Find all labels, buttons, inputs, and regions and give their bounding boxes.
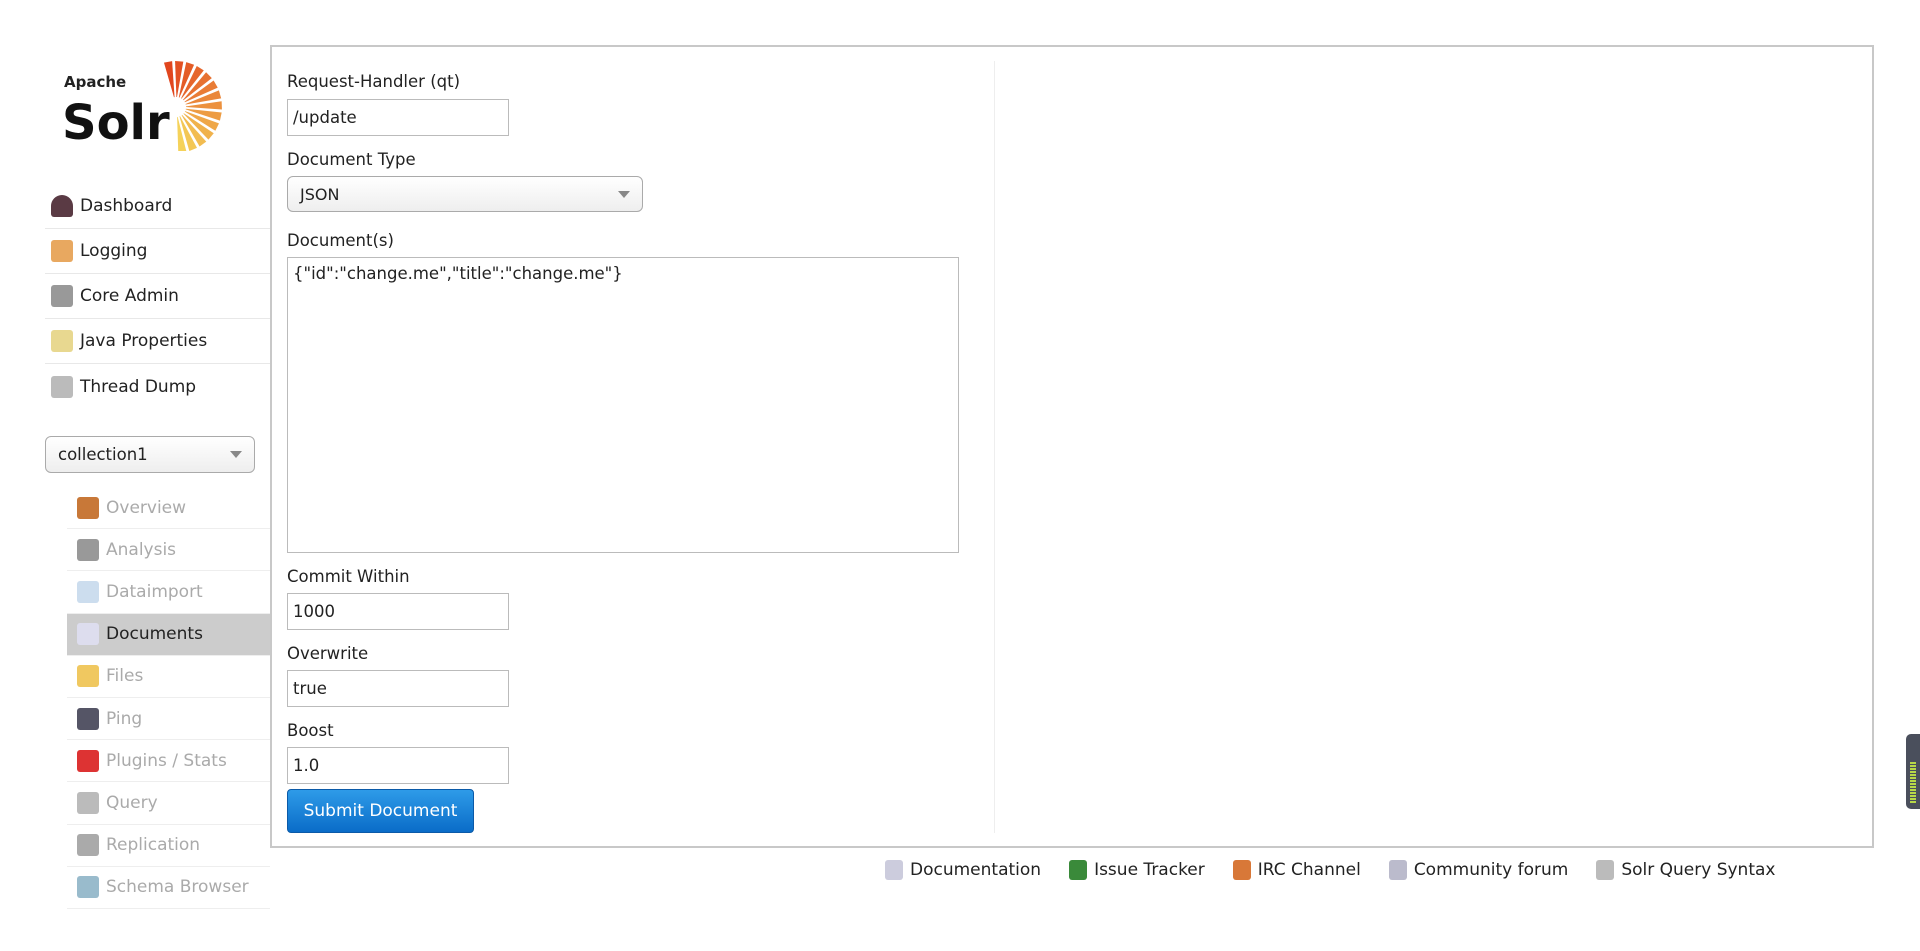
core-menu-query[interactable]: Query — [67, 782, 270, 825]
core-menu-label: Documents — [106, 624, 203, 645]
footer-links: Documentation Issue Tracker IRC Channel Com… — [885, 857, 1775, 883]
core-menu-label: Replication — [106, 835, 201, 856]
nav-item-logging[interactable]: Logging — [45, 229, 270, 274]
core-menu-label: Overview — [106, 497, 187, 518]
overwrite-input[interactable] — [287, 670, 509, 707]
java-properties-icon — [51, 330, 73, 352]
footer-link-irc-channel[interactable]: IRC Channel — [1232, 860, 1361, 880]
documents-textarea[interactable]: {"id":"change.me","title":"change.me"} — [287, 257, 959, 553]
ping-icon — [77, 707, 99, 730]
core-menu-label: Analysis — [106, 539, 177, 560]
footer-link-documentation[interactable]: Documentation — [885, 860, 1041, 880]
core-menu-label: Ping — [106, 708, 143, 729]
core-menu-replication[interactable]: Replication — [67, 825, 270, 867]
core-selector-value: collection1 — [58, 445, 148, 464]
logo-ray — [175, 61, 184, 98]
plugins-icon — [77, 749, 99, 772]
core-menu-plugins-stats[interactable]: Plugins / Stats — [67, 740, 270, 783]
footer-link-community-forum[interactable]: Community forum — [1388, 860, 1569, 880]
core-menu-files[interactable]: Files — [67, 656, 270, 698]
svg-text:Apache: Apache — [64, 73, 126, 91]
nav-item-dashboard[interactable]: Dashboard — [45, 184, 270, 229]
users-icon — [1232, 860, 1251, 880]
footer-link-label: Issue Tracker — [1094, 860, 1205, 880]
boost-label: Boost — [287, 721, 334, 740]
footer-link-label: Community forum — [1413, 860, 1569, 880]
document-type-select[interactable]: JSON — [287, 176, 643, 212]
chevron-down-icon — [230, 451, 242, 458]
thread-dump-icon — [51, 375, 73, 398]
footer-link-label: Documentation — [910, 860, 1042, 880]
nav-item-core-admin[interactable]: Core Admin — [45, 274, 270, 319]
overwrite-label: Overwrite — [287, 644, 369, 663]
request-handler-label: Request-Handler (qt) — [287, 72, 461, 91]
footer-link-solr-query-syntax[interactable]: Solr Query Syntax — [1596, 860, 1775, 880]
book-icon — [77, 876, 99, 899]
bug-icon — [1069, 860, 1088, 880]
core-menu-label: Query — [106, 792, 158, 813]
solr-logo[interactable]: Apache Solr — [62, 55, 244, 153]
footer-link-issue-tracker[interactable]: Issue Tracker — [1069, 860, 1205, 880]
submit-document-button[interactable]: Submit Document — [287, 789, 474, 833]
dataimport-icon — [77, 580, 99, 603]
footer-link-label: IRC Channel — [1257, 860, 1361, 880]
level-bars-icon — [1910, 762, 1916, 804]
document-type-value: JSON — [300, 184, 340, 204]
core-menu-label: Schema Browser — [106, 877, 249, 898]
home-icon — [77, 496, 99, 519]
nav-item-label: Dashboard — [80, 196, 173, 216]
boost-input[interactable] — [287, 747, 509, 784]
core-menu-label: Plugins / Stats — [106, 750, 227, 771]
nav-item-thread-dump[interactable]: Thread Dump — [45, 364, 270, 409]
svg-text:Solr: Solr — [64, 95, 170, 151]
core-menu-label: Dataimport — [106, 581, 203, 602]
dashboard-icon — [51, 195, 73, 217]
request-handler-input[interactable] — [287, 99, 509, 136]
core-menu-label: Files — [106, 666, 144, 687]
core-menu-dataimport[interactable]: Dataimport — [67, 571, 270, 614]
mail-icon — [1388, 860, 1407, 880]
documents-label: Document(s) — [287, 231, 394, 250]
document-icon — [885, 860, 903, 880]
chevron-down-icon — [618, 190, 630, 198]
nav-item-java-properties[interactable]: Java Properties — [45, 319, 270, 364]
core-admin-icon — [51, 285, 73, 307]
document-type-label: Document Type — [287, 150, 416, 169]
syntax-icon — [1596, 860, 1615, 880]
nav-item-label: Thread Dump — [80, 376, 197, 397]
documents-icon — [77, 623, 99, 646]
logo-ray — [163, 61, 175, 98]
commit-within-input[interactable] — [287, 593, 509, 630]
core-selector[interactable]: collection1 — [45, 436, 255, 473]
footer-link-label: Solr Query Syntax — [1621, 860, 1776, 880]
replication-icon — [77, 834, 99, 857]
nav-item-label: Logging — [80, 241, 148, 261]
core-menu-ping[interactable]: Ping — [67, 698, 270, 741]
folder-icon — [77, 665, 99, 688]
nav-item-label: Core Admin — [80, 286, 179, 306]
core-menu-overview[interactable]: Overview — [67, 487, 270, 530]
core-menu-schema-browser[interactable]: Schema Browser — [67, 867, 270, 909]
magnifier-icon — [77, 791, 99, 814]
core-menu: Overview Analysis Dataimport Documents Files… — [67, 487, 270, 909]
core-menu-documents[interactable]: Documents — [67, 613, 270, 656]
core-menu-analysis[interactable]: Analysis — [67, 529, 270, 572]
commit-within-label: Commit Within — [287, 567, 410, 586]
panel-divider — [994, 61, 995, 833]
nav-item-label: Java Properties — [80, 331, 208, 351]
funnel-icon — [77, 538, 99, 561]
side-widget-handle[interactable] — [1906, 734, 1920, 809]
logging-icon — [51, 240, 73, 262]
main-nav: Dashboard Logging Core Admin Java Propertie… — [45, 184, 270, 409]
